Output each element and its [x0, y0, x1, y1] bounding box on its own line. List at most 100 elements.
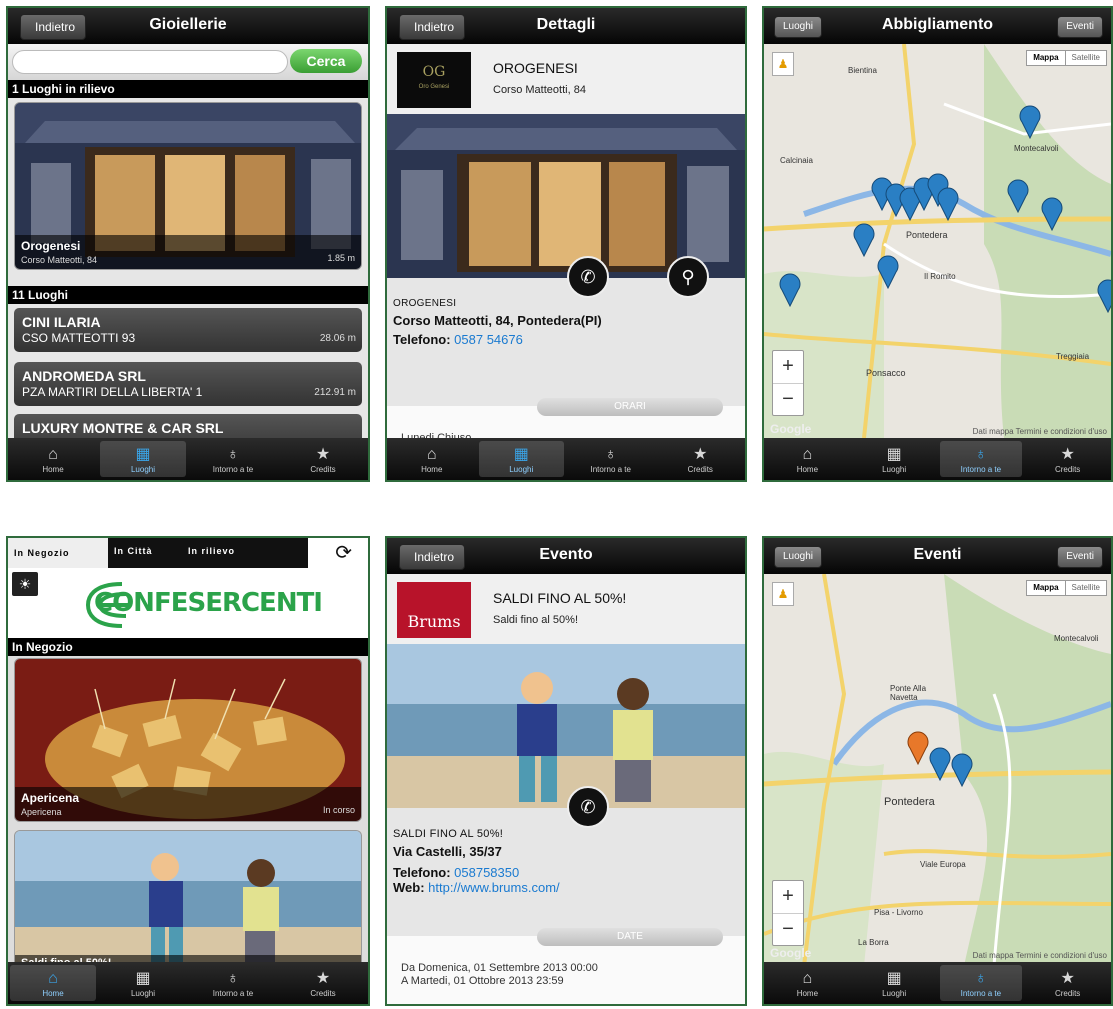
tab-intorno[interactable]: ♁ Intorno a te: [939, 441, 1023, 477]
tab-luoghi[interactable]: ▦ Luoghi: [853, 965, 936, 1001]
hours-button[interactable]: ORARI: [537, 398, 723, 416]
street-view-icon[interactable]: ♟: [772, 52, 794, 76]
search-button[interactable]: Cerca: [290, 49, 362, 73]
home-icon: ⌂: [48, 446, 58, 463]
google-logo: Google: [770, 422, 812, 436]
list-item[interactable]: CINI ILARIA CSO MATTEOTTI 93 28.06 m: [14, 308, 362, 352]
tab-credits[interactable]: ★ Credits: [1026, 965, 1109, 1001]
nav-bar: Luoghi Eventi Eventi: [764, 538, 1111, 574]
tab-label: Home: [42, 989, 64, 998]
logo-text: Brums: [407, 612, 461, 631]
tab-intorno[interactable]: ♁ Intorno a te: [939, 965, 1023, 1001]
map-label: La Borra: [858, 938, 889, 947]
tab-label: Intorno a te: [590, 465, 631, 474]
more-button[interactable]: [537, 1004, 723, 1006]
settings-icon[interactable]: ☀: [12, 572, 38, 596]
tab-home[interactable]: ⌂ Home: [10, 965, 96, 1001]
grid-icon: ▦: [886, 446, 902, 463]
event-card[interactable]: Apericena Apericena In corso: [14, 658, 362, 822]
nav-bar: Indietro Gioiellerie: [8, 8, 368, 44]
tab-credits[interactable]: ★ Credits: [658, 441, 744, 477]
home-icon: ⌂: [426, 446, 437, 463]
tab-label: Intorno a te: [960, 465, 1002, 474]
tab-luoghi[interactable]: ▦ Luoghi: [100, 441, 186, 477]
map-type-satellite[interactable]: Satellite: [1064, 51, 1106, 65]
place-name: CINI ILARIA: [22, 314, 101, 330]
home-icon: ⌂: [802, 446, 813, 463]
featured-card[interactable]: Orogenesi Corso Matteotti, 84 1.85 m: [14, 102, 362, 270]
location-pin-icon[interactable]: ⚲: [667, 256, 709, 298]
zoom-control: + −: [772, 350, 804, 416]
map-type-toggle[interactable]: Mappa Satellite: [1026, 580, 1107, 596]
phone-link[interactable]: 058758350: [454, 865, 519, 880]
location-icon: ♁: [604, 446, 617, 463]
map-type-map[interactable]: Mappa: [1027, 581, 1064, 595]
screen-abbigliamento-map: Luoghi Abbigliamento Eventi ♟ Mappa Sate…: [762, 6, 1113, 482]
phone-icon[interactable]: ✆: [567, 256, 609, 298]
dates-button[interactable]: DATE: [537, 928, 723, 946]
grid-icon: ▦: [135, 446, 151, 463]
map-attribution[interactable]: Dati mappa Termini e condizioni d'uso: [973, 427, 1107, 436]
seg-in-negozio[interactable]: In Negozio: [8, 538, 108, 568]
map-label: Montecalvoli: [1054, 634, 1099, 643]
tab-bar: ⌂ Home ▦ Luoghi ♁ Intorno a te ★ Credits: [8, 438, 368, 480]
shop-address: Corso Matteotti, 84: [493, 84, 586, 96]
banner-text: CONFESERCENTI: [94, 588, 323, 618]
confesercenti-banner: ☀ CONFESERCENTI: [8, 568, 368, 638]
event-card[interactable]: Saldi fino al 50%!: [14, 830, 362, 971]
kids-beach-photo: [387, 644, 745, 808]
map-label: Pontedera: [906, 230, 948, 240]
tab-home[interactable]: ⌂ Home: [766, 965, 849, 1001]
eventi-button[interactable]: Eventi: [1057, 16, 1103, 38]
seg-in-rilievo[interactable]: In rilievo: [188, 546, 235, 556]
eventi-button[interactable]: Eventi: [1057, 546, 1103, 568]
map-type-map[interactable]: Mappa: [1027, 51, 1064, 65]
screen-evento: Indietro Evento Brums SALDI FINO AL 50%!…: [385, 536, 747, 1006]
shop-photo: [387, 114, 745, 278]
tab-home[interactable]: ⌂ Home: [10, 441, 96, 477]
star-icon: ★: [315, 970, 331, 987]
map-view[interactable]: ♟ Mappa Satellite Bientina Calcinaia Pon…: [764, 44, 1111, 438]
zoom-in-button[interactable]: +: [773, 351, 803, 383]
map-type-toggle[interactable]: Mappa Satellite: [1026, 50, 1107, 66]
search-input[interactable]: [12, 50, 288, 74]
kids-beach-photo: [15, 831, 361, 971]
tab-intorno[interactable]: ♁ Intorno a te: [190, 965, 276, 1001]
refresh-icon[interactable]: ⟳: [335, 540, 352, 565]
map-attribution[interactable]: Dati mappa Termini e condizioni d'uso: [973, 951, 1107, 960]
tab-luoghi[interactable]: ▦ Luoghi: [853, 441, 936, 477]
web-link[interactable]: http://www.brums.com/: [428, 880, 559, 895]
tab-label: Credits: [1054, 989, 1081, 998]
event-caption: Apericena Apericena In corso: [15, 787, 361, 821]
zoom-out-button[interactable]: −: [773, 383, 803, 416]
tab-intorno[interactable]: ♁ Intorno a te: [190, 441, 276, 477]
place-distance: 28.06 m: [319, 333, 356, 344]
featured-name: Orogenesi: [21, 239, 81, 253]
street-view-icon[interactable]: ♟: [772, 582, 794, 606]
map-view[interactable]: ♟ Mappa Satellite Ponte Alla Navetta Pon…: [764, 574, 1111, 962]
seg-in-citta[interactable]: In Città: [114, 546, 153, 556]
location-icon: ♁: [974, 970, 987, 987]
zoom-out-button[interactable]: −: [773, 913, 803, 946]
info-phone: Telefono: 058758350: [393, 865, 739, 880]
zoom-in-button[interactable]: +: [773, 881, 803, 913]
tab-label: Credits: [1054, 465, 1081, 474]
phone-icon[interactable]: ✆: [567, 786, 609, 828]
tab-luoghi[interactable]: ▦ Luoghi: [100, 965, 186, 1001]
tab-label: Home: [796, 989, 819, 998]
detail-header: OG Oro Genesi OROGENESI Corso Matteotti,…: [387, 44, 745, 114]
tab-credits[interactable]: ★ Credits: [280, 965, 366, 1001]
map-label: Viale Europa: [920, 860, 966, 869]
list-item[interactable]: ANDROMEDA SRL PZA MARTIRI DELLA LIBERTA'…: [14, 362, 362, 406]
tab-home[interactable]: ⌂ Home: [389, 441, 475, 477]
star-icon: ★: [693, 446, 708, 463]
place-name: LUXURY MONTRE & CAR SRL: [22, 420, 224, 436]
tab-intorno[interactable]: ♁ Intorno a te: [568, 441, 654, 477]
tab-home[interactable]: ⌂ Home: [766, 441, 849, 477]
map-type-satellite[interactable]: Satellite: [1064, 581, 1106, 595]
tab-credits[interactable]: ★ Credits: [280, 441, 366, 477]
tab-luoghi[interactable]: ▦ Luoghi: [478, 441, 564, 477]
tab-credits[interactable]: ★ Credits: [1026, 441, 1109, 477]
tab-bar: ⌂ Home ▦ Luoghi ♁ Intorno a te ★ Credits: [387, 438, 745, 480]
phone-link[interactable]: 0587 54676: [454, 332, 523, 347]
